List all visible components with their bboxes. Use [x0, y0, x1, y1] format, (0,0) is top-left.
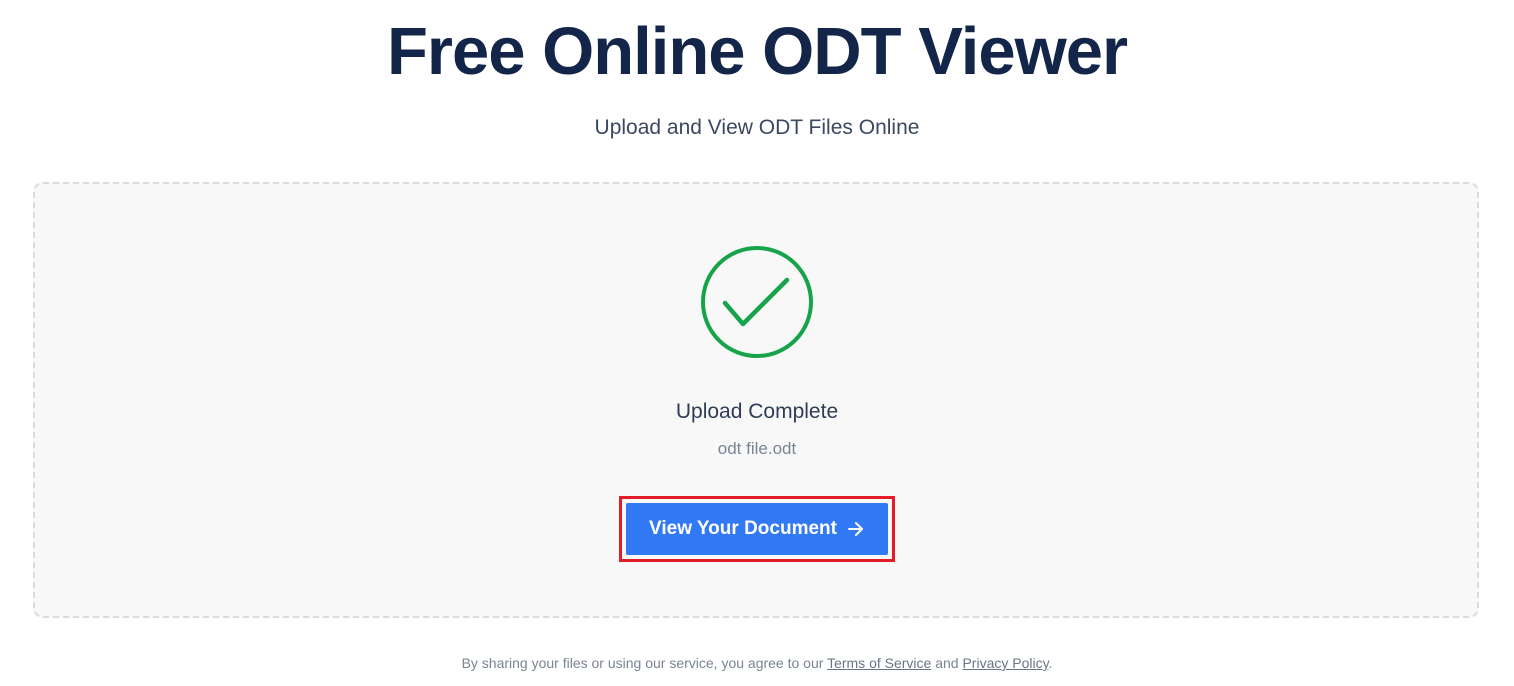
view-document-button-label: View Your Document — [649, 518, 837, 539]
uploaded-file-name: odt file.odt — [717, 439, 797, 458]
view-button-highlight: View Your Document — [619, 496, 895, 562]
terms-notice-prefix: By sharing your files or using our servi… — [461, 655, 824, 671]
page-title: Free Online ODT Viewer — [386, 14, 1128, 89]
upload-status-title: Upload Complete — [675, 400, 839, 423]
terms-notice-conjunction: and — [935, 655, 959, 671]
terms-of-service-link[interactable]: Terms of Service — [827, 655, 931, 671]
terms-notice-suffix: . — [1048, 655, 1053, 671]
page: Free Online ODT Viewer Upload and View O… — [0, 0, 1514, 686]
page-subtitle: Upload and View ODT Files Online — [594, 116, 920, 139]
view-document-button[interactable]: View Your Document — [626, 503, 888, 555]
privacy-policy-link[interactable]: Privacy Policy — [962, 655, 1048, 671]
terms-notice: By sharing your files or using our servi… — [0, 653, 1514, 673]
checkmark-circle-icon — [700, 245, 814, 359]
arrow-right-icon — [847, 520, 865, 538]
